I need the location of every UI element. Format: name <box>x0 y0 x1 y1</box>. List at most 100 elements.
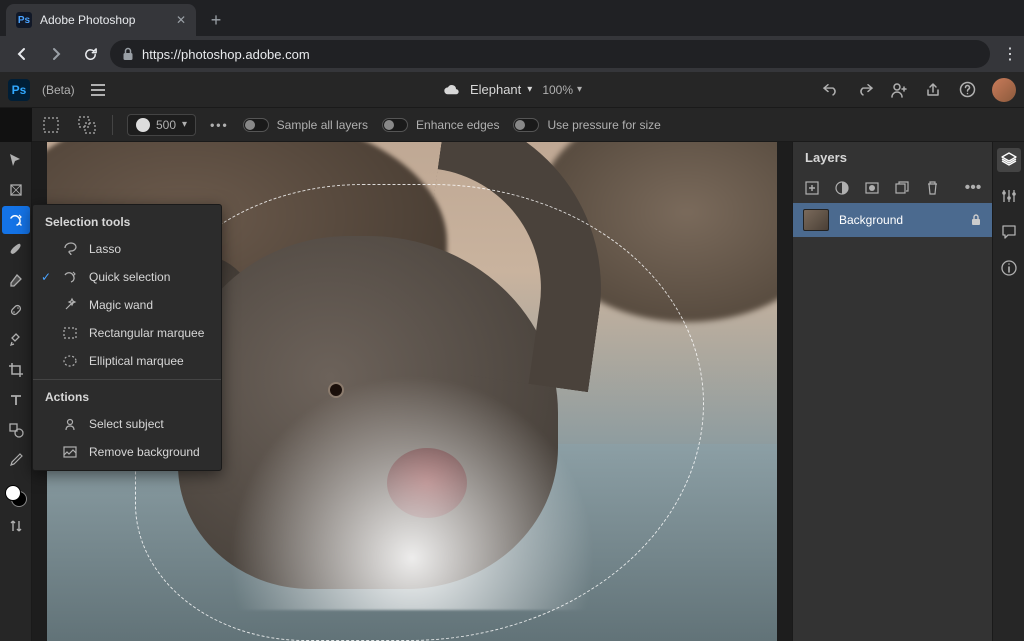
clone-tool[interactable] <box>2 326 30 354</box>
sample-all-layers-toggle[interactable] <box>243 118 269 132</box>
browser-tab-strip: Ps Adobe Photoshop ✕ + <box>0 0 1024 36</box>
forward-button[interactable] <box>42 40 70 68</box>
new-tab-button[interactable]: + <box>202 6 230 34</box>
adjustment-layer-button[interactable] <box>833 179 851 197</box>
use-pressure-label: Use pressure for size <box>547 118 660 132</box>
eraser-tool[interactable] <box>2 266 30 294</box>
group-button[interactable] <box>893 179 911 197</box>
options-bar: 500 ▾ ••• Sample all layers Enhance edge… <box>32 108 1024 142</box>
comments-tab-icon[interactable] <box>997 220 1021 244</box>
tab-close-icon[interactable]: ✕ <box>176 13 186 27</box>
ellipse-marquee-icon <box>61 352 79 370</box>
layers-toolbar: ••• <box>793 173 992 203</box>
zoom-value: 100% <box>542 83 573 97</box>
magic-wand-item[interactable]: Magic wand <box>33 291 221 319</box>
flyout-header-actions: Actions <box>33 384 221 410</box>
selection-mode-new-icon[interactable] <box>40 114 62 136</box>
layers-panel-title: Layers <box>793 142 992 173</box>
selection-tool[interactable] <box>2 206 30 234</box>
use-pressure-toggle[interactable] <box>513 118 539 132</box>
crop-tool[interactable] <box>2 356 30 384</box>
user-avatar[interactable] <box>992 78 1016 102</box>
arrange-tool[interactable] <box>2 512 30 540</box>
remove-background-item[interactable]: Remove background <box>33 438 221 466</box>
layer-thumbnail <box>803 209 829 231</box>
elliptical-marquee-item[interactable]: Elliptical marquee <box>33 347 221 375</box>
lasso-icon <box>61 240 79 258</box>
lasso-tool-item[interactable]: Lasso <box>33 235 221 263</box>
lock-icon[interactable] <box>970 213 982 227</box>
layer-name: Background <box>839 213 903 227</box>
photoshop-logo-icon[interactable]: Ps <box>8 79 30 101</box>
layers-panel: Layers ••• Background <box>792 142 992 641</box>
transform-tool[interactable] <box>2 176 30 204</box>
document-name: Elephant <box>470 82 521 97</box>
favicon-ps-icon: Ps <box>16 12 32 28</box>
rect-marquee-icon <box>61 324 79 342</box>
brush-size-dropdown[interactable]: 500 ▾ <box>127 114 196 136</box>
delete-layer-button[interactable] <box>923 179 941 197</box>
selection-mode-add-icon[interactable] <box>76 114 98 136</box>
tool-rail <box>0 142 32 641</box>
shapes-tool[interactable] <box>2 416 30 444</box>
sample-all-layers-label: Sample all layers <box>277 118 368 132</box>
quick-selection-icon <box>61 268 79 286</box>
chevron-down-icon: ▾ <box>577 84 582 95</box>
color-swatches[interactable] <box>2 482 30 510</box>
rectangular-marquee-item[interactable]: Rectangular marquee <box>33 319 221 347</box>
enhance-edges-toggle[interactable] <box>382 118 408 132</box>
more-options-button[interactable]: ••• <box>210 118 229 132</box>
select-subject-icon <box>61 415 79 433</box>
magic-wand-icon <box>61 296 79 314</box>
back-button[interactable] <box>8 40 36 68</box>
invite-button[interactable] <box>890 81 908 99</box>
brush-tool[interactable] <box>2 236 30 264</box>
brush-preview-icon <box>136 118 150 132</box>
mask-button[interactable] <box>863 179 881 197</box>
type-tool[interactable] <box>2 386 30 414</box>
document-name-dropdown[interactable]: Elephant ▾ <box>470 82 532 97</box>
layers-more-button[interactable]: ••• <box>964 179 982 197</box>
lasso-label: Lasso <box>89 242 121 256</box>
app-body: Selection tools Lasso ✓ Quick selection … <box>0 142 1024 641</box>
eyedropper-tool[interactable] <box>2 446 30 474</box>
quick-selection-item[interactable]: ✓ Quick selection <box>33 263 221 291</box>
layer-row-background[interactable]: Background <box>793 203 992 237</box>
url-text: https://photoshop.adobe.com <box>142 47 310 62</box>
flyout-header-tools: Selection tools <box>33 209 221 235</box>
tab-title: Adobe Photoshop <box>40 13 135 27</box>
lock-icon <box>122 47 134 61</box>
adjustments-tab-icon[interactable] <box>997 184 1021 208</box>
info-tab-icon[interactable] <box>997 256 1021 280</box>
browser-tab[interactable]: Ps Adobe Photoshop ✕ <box>6 4 196 36</box>
ellipse-marquee-label: Elliptical marquee <box>89 354 184 368</box>
zoom-dropdown[interactable]: 100% ▾ <box>542 83 582 97</box>
heal-tool[interactable] <box>2 296 30 324</box>
chevron-down-icon: ▾ <box>527 84 532 95</box>
layers-tab-icon[interactable] <box>997 148 1021 172</box>
address-bar[interactable]: https://photoshop.adobe.com <box>110 40 990 68</box>
check-icon: ✓ <box>41 270 51 284</box>
add-layer-button[interactable] <box>803 179 821 197</box>
right-rail <box>992 142 1024 641</box>
brush-size-value: 500 <box>156 118 176 132</box>
browser-toolbar: https://photoshop.adobe.com ⋮ <box>0 36 1024 72</box>
redo-button[interactable] <box>856 81 874 99</box>
magic-wand-label: Magic wand <box>89 298 153 312</box>
chevron-down-icon: ▾ <box>182 119 187 130</box>
move-tool[interactable] <box>2 146 30 174</box>
beta-label: (Beta) <box>42 83 75 97</box>
reload-button[interactable] <box>76 40 104 68</box>
enhance-edges-label: Enhance edges <box>416 118 499 132</box>
undo-button[interactable] <box>822 81 840 99</box>
app-header: Ps (Beta) Elephant ▾ 100% ▾ <box>0 72 1024 108</box>
browser-menu-button[interactable]: ⋮ <box>1004 40 1016 68</box>
rect-marquee-label: Rectangular marquee <box>89 326 204 340</box>
cloud-icon <box>442 84 460 96</box>
document-title-group: Elephant ▾ 100% ▾ <box>442 82 582 97</box>
help-button[interactable] <box>958 81 976 99</box>
remove-bg-icon <box>61 443 79 461</box>
hamburger-menu-button[interactable] <box>87 80 109 100</box>
share-button[interactable] <box>924 81 942 99</box>
select-subject-item[interactable]: Select subject <box>33 410 221 438</box>
